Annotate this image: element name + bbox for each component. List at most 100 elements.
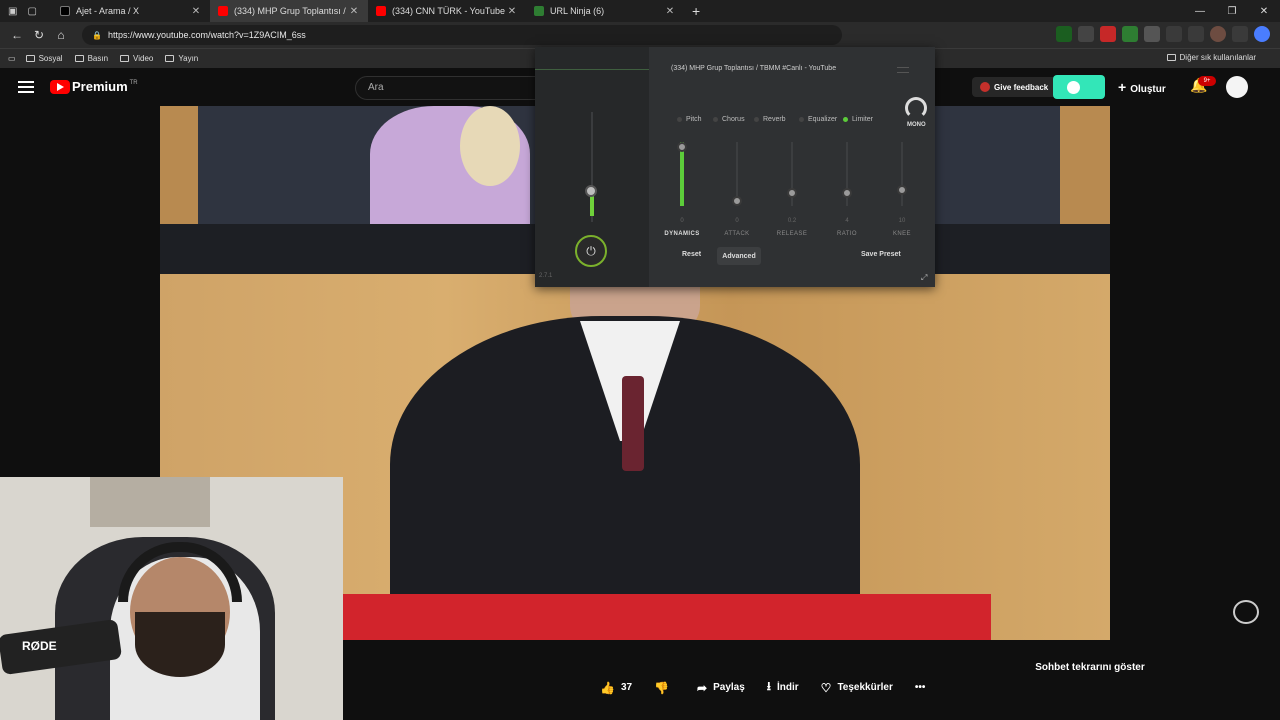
tab-actions: ▣ ▢ — [0, 6, 52, 17]
workspaces-icon[interactable]: ▣ — [8, 6, 17, 17]
more-actions-button[interactable]: ••• — [915, 682, 926, 693]
youtube-play-icon — [50, 79, 70, 94]
extension-icon[interactable] — [1144, 26, 1160, 42]
tab-mhp[interactable]: (334) MHP Grup Toplantısı / ✕ — [210, 0, 368, 22]
tab-url-ninja[interactable]: URL Ninja (6) ✕ — [526, 0, 684, 22]
minimize-button[interactable]: — — [1184, 0, 1216, 22]
tab-cnn[interactable]: (334) CNN TÜRK - YouTube ✕ — [368, 0, 526, 22]
slider-release[interactable] — [787, 142, 797, 206]
slider-value: 10 — [898, 218, 906, 224]
profile-avatar[interactable] — [1210, 26, 1226, 42]
podium — [343, 594, 991, 640]
extension-icon[interactable] — [1122, 26, 1138, 42]
thanks-icon: ♡ — [820, 680, 832, 695]
tab-title: Ajet - Arama / X — [76, 6, 140, 16]
menu-icon[interactable] — [897, 67, 909, 73]
more-menu-icon[interactable] — [1232, 26, 1248, 42]
youtube-logo[interactable]: Premium TR — [50, 79, 138, 94]
bookmark-label: Basın — [87, 54, 109, 63]
folder-icon — [165, 55, 175, 62]
close-window-button[interactable]: ✕ — [1248, 0, 1280, 22]
dislike-button[interactable]: 👎 — [654, 681, 675, 695]
volume-panel: ⏻ 2.7.1 — [535, 47, 649, 287]
home-icon[interactable]: ⌂ — [50, 28, 72, 42]
thanks-button[interactable]: ♡ Teşekkürler — [821, 681, 893, 695]
extensions-puzzle-icon[interactable] — [1166, 26, 1182, 42]
extension-icon[interactable] — [1078, 26, 1094, 42]
slider-knob[interactable] — [787, 188, 797, 198]
url-field[interactable]: 🔒 https://www.youtube.com/watch?v=1Z9ACI… — [82, 25, 842, 45]
bookmark-apps-icon[interactable]: ▭ — [8, 54, 16, 63]
wood-panel — [1060, 106, 1110, 226]
bookmark-sosyal[interactable]: Sosyal — [25, 54, 63, 63]
favorites-icon[interactable] — [1188, 26, 1204, 42]
give-feedback-button[interactable]: Give feedback — [972, 77, 1057, 97]
feedback-label: Give feedback — [994, 82, 1049, 92]
slider-knob[interactable] — [897, 185, 907, 195]
bookmark-yayin[interactable]: Yayın — [165, 54, 198, 63]
close-icon[interactable]: ✕ — [664, 6, 676, 17]
share-button[interactable]: ➦ Paylaş — [697, 681, 745, 695]
power-button[interactable]: ⏻ — [575, 235, 607, 267]
download-icon: ⭳ — [766, 679, 771, 693]
effect-equalizer[interactable]: Equalizer — [799, 116, 837, 123]
effect-indicator — [754, 117, 759, 122]
extension-toggle[interactable] — [1053, 75, 1105, 99]
maximize-button[interactable]: ❐ — [1216, 0, 1248, 22]
close-icon[interactable]: ✕ — [190, 6, 202, 17]
volume-knob[interactable] — [585, 185, 597, 197]
expand-icon[interactable]: ⤢ — [921, 273, 927, 283]
effect-reverb[interactable]: Reverb — [754, 116, 786, 123]
effect-limiter[interactable]: Limiter — [843, 116, 873, 123]
slider-value: 0 — [680, 218, 684, 224]
background-person-hair — [460, 106, 520, 186]
advanced-button[interactable]: Advanced — [717, 247, 761, 265]
tab-grid-icon[interactable]: ▢ — [27, 6, 36, 17]
effect-chorus[interactable]: Chorus — [713, 116, 745, 123]
effect-indicator — [713, 117, 718, 122]
show-chat-replay-button[interactable]: Sohbet tekrarını göster — [1030, 662, 1150, 680]
search-input[interactable]: Ara — [355, 76, 555, 100]
back-icon[interactable]: ← — [6, 28, 28, 42]
close-icon[interactable]: ✕ — [348, 6, 360, 17]
channel-watermark-icon[interactable] — [1233, 600, 1259, 624]
logo-text: Premium — [72, 79, 128, 94]
slider-knob[interactable] — [677, 142, 687, 152]
slider-ratio[interactable] — [842, 142, 852, 206]
slider-knob[interactable] — [842, 188, 852, 198]
like-button[interactable]: 👍 37 — [600, 681, 632, 695]
lock-icon: 🔒 — [92, 30, 102, 40]
copilot-icon[interactable] — [1254, 26, 1270, 42]
reset-button[interactable]: Reset — [682, 251, 701, 258]
tab-title: (334) MHP Grup Toplantısı / — [234, 6, 346, 16]
menu-icon[interactable] — [18, 81, 34, 93]
effect-pitch[interactable]: Pitch — [677, 116, 702, 123]
other-bookmarks[interactable]: Diğer sık kullanılanlar — [1166, 53, 1256, 62]
save-preset-button[interactable]: Save Preset — [861, 251, 901, 258]
slider-knee[interactable] — [897, 142, 907, 206]
bookmark-basin[interactable]: Basın — [74, 54, 109, 63]
refresh-icon[interactable]: ↻ — [28, 28, 50, 42]
bookmark-label: Diğer sık kullanılanlar — [1179, 53, 1256, 62]
create-button[interactable]: + Oluştur — [1118, 79, 1166, 95]
bookmark-video[interactable]: Video — [120, 54, 153, 63]
new-tab-button[interactable]: + — [692, 3, 700, 19]
slider-knob[interactable] — [732, 196, 742, 206]
bookmark-label: Yayın — [178, 54, 199, 63]
youtube-icon — [218, 6, 228, 16]
extension-icon[interactable] — [1100, 26, 1116, 42]
video-actions: 👍 37 👎 ➦ Paylaş ⭳ İndir ♡ Teşekkürler ••• — [600, 677, 947, 698]
slider-dynamics[interactable] — [677, 142, 687, 206]
url-ninja-icon — [534, 6, 544, 16]
left-margin — [0, 106, 160, 478]
close-icon[interactable]: ✕ — [506, 6, 518, 17]
avatar[interactable] — [1226, 76, 1248, 98]
download-button[interactable]: ⭳ İndir — [767, 677, 799, 698]
slider-attack[interactable] — [732, 142, 742, 206]
speaker-tie — [622, 376, 644, 471]
mono-dial-icon[interactable] — [905, 97, 927, 119]
youtube-icon — [376, 6, 386, 16]
thumbs-down-icon: 👎 — [654, 680, 670, 695]
audio-extension-icon[interactable] — [1056, 26, 1072, 42]
tab-x[interactable]: Ajet - Arama / X ✕ — [52, 0, 210, 22]
